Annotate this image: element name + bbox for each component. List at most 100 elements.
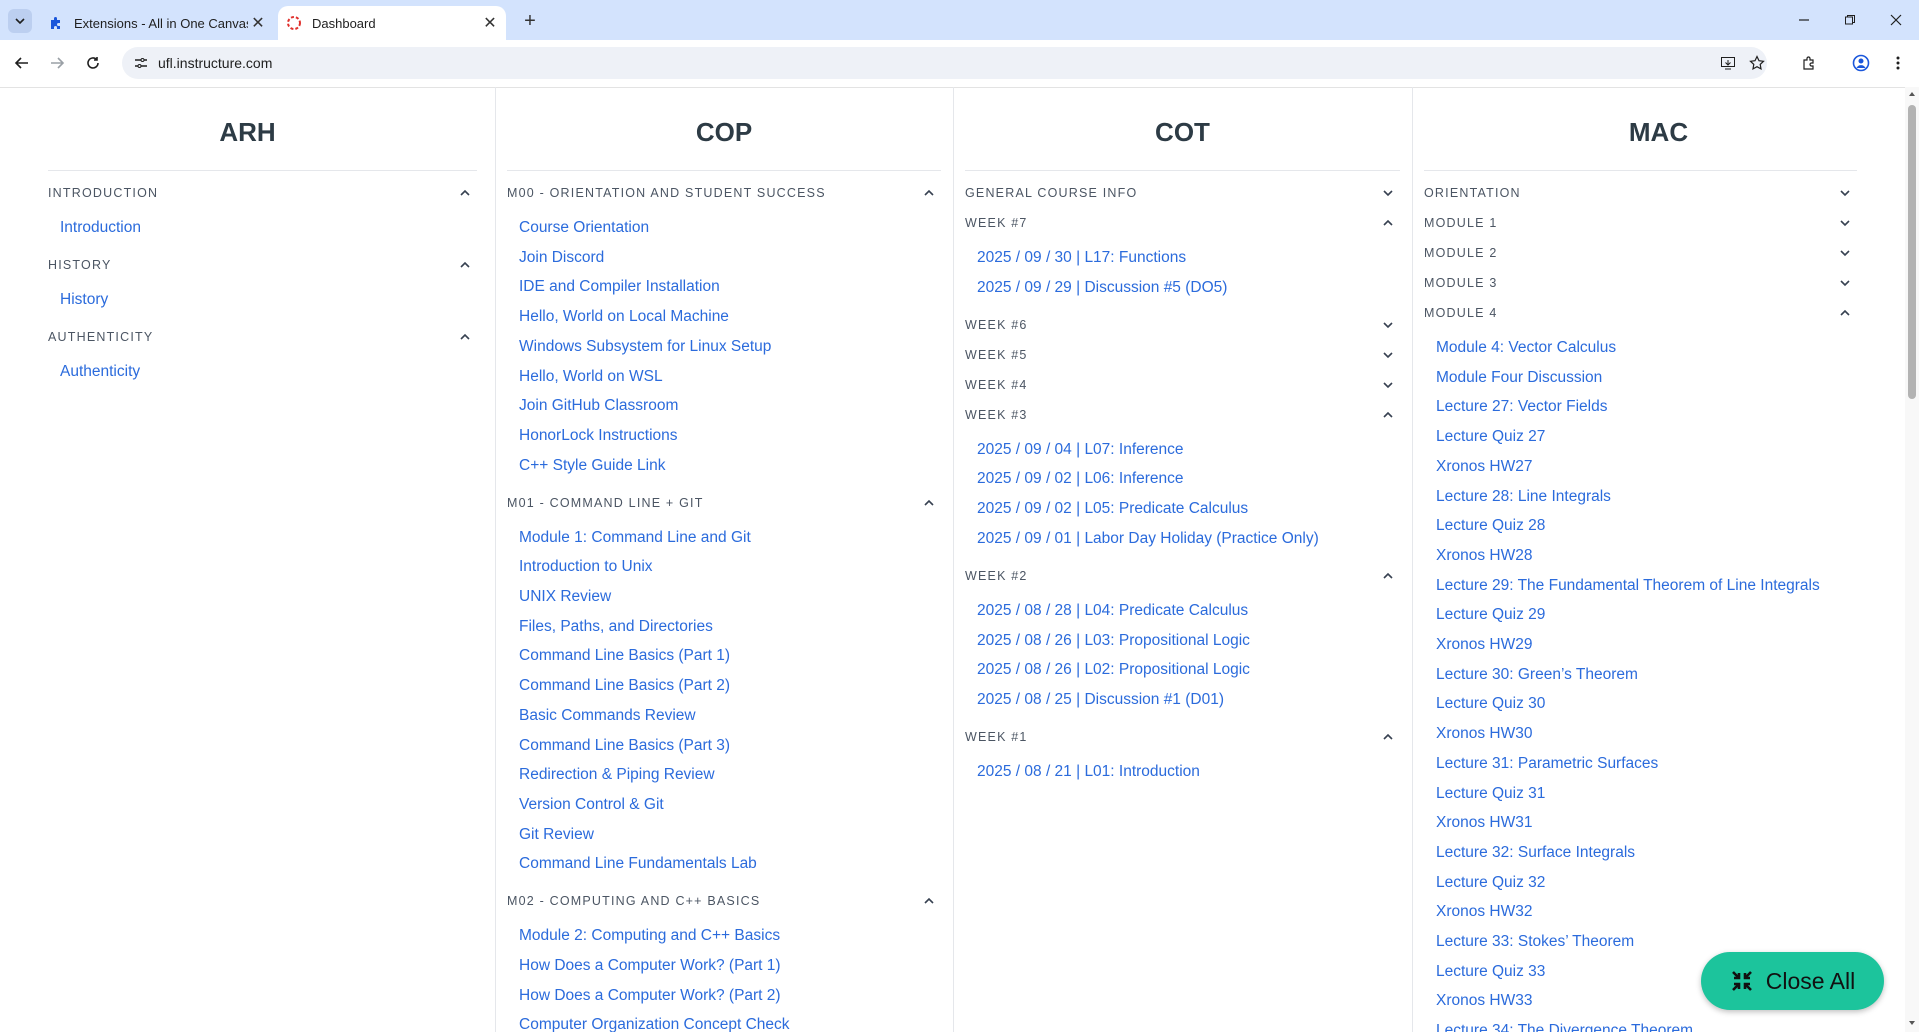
module-header[interactable]: WEEK #3 <box>965 403 1028 427</box>
module-item-link[interactable]: Version Control & Git <box>519 796 664 814</box>
chevron-up-icon[interactable] <box>921 185 937 201</box>
tab-dashboard[interactable]: Dashboard ✕ <box>278 6 506 40</box>
module-item-link[interactable]: Xronos HW27 <box>1436 458 1532 476</box>
close-icon[interactable]: ✕ <box>248 13 268 33</box>
module-item-link[interactable]: Module 4: Vector Calculus <box>1436 339 1616 357</box>
chevron-up-icon[interactable] <box>457 257 473 273</box>
module-item-link[interactable]: Xronos HW29 <box>1436 636 1532 654</box>
chevron-down-icon[interactable] <box>1837 275 1853 291</box>
module-header[interactable]: WEEK #7 <box>965 211 1028 235</box>
module-item-link[interactable]: Windows Subsystem for Linux Setup <box>519 338 771 356</box>
course-title[interactable]: COT <box>953 117 1412 148</box>
module-item-link[interactable]: Xronos HW30 <box>1436 725 1532 743</box>
module-item-link[interactable]: 2025 / 09 / 02 | L05: Predicate Calculus <box>977 500 1248 518</box>
module-item-link[interactable]: Command Line Fundamentals Lab <box>519 855 757 873</box>
module-item-link[interactable]: Lecture 28: Line Integrals <box>1436 488 1611 506</box>
module-item-link[interactable]: Xronos HW32 <box>1436 903 1532 921</box>
module-header[interactable]: HISTORY <box>48 253 112 277</box>
chevron-up-icon[interactable] <box>457 329 473 345</box>
module-item-link[interactable]: Lecture Quiz 27 <box>1436 428 1545 446</box>
module-item-link[interactable]: HonorLock Instructions <box>519 427 678 445</box>
module-header[interactable]: M00 - ORIENTATION AND STUDENT SUCCESS <box>507 181 826 205</box>
chevron-up-icon[interactable] <box>1380 568 1396 584</box>
module-item-link[interactable]: Course Orientation <box>519 219 649 237</box>
module-header[interactable]: GENERAL COURSE INFO <box>965 181 1137 205</box>
module-item-link[interactable]: Command Line Basics (Part 2) <box>519 677 730 695</box>
module-item-link[interactable]: Computer Organization Concept Check <box>519 1016 790 1032</box>
module-item-link[interactable]: Lecture 31: Parametric Surfaces <box>1436 755 1658 773</box>
module-header[interactable]: M02 - COMPUTING AND C++ BASICS <box>507 889 760 913</box>
site-info-icon[interactable] <box>132 54 150 72</box>
module-item-link[interactable]: UNIX Review <box>519 588 611 606</box>
module-item-link[interactable]: Lecture 27: Vector Fields <box>1436 398 1607 416</box>
forward-button[interactable] <box>44 50 70 76</box>
chevron-down-icon[interactable] <box>1837 215 1853 231</box>
module-item-link[interactable]: Xronos HW33 <box>1436 992 1532 1010</box>
course-title[interactable]: COP <box>495 117 953 148</box>
module-item-link[interactable]: Lecture Quiz 28 <box>1436 517 1545 535</box>
module-header[interactable]: WEEK #4 <box>965 373 1028 397</box>
module-item-link[interactable]: Xronos HW31 <box>1436 814 1532 832</box>
extensions-button[interactable] <box>1796 50 1822 76</box>
chevron-down-icon[interactable] <box>1837 185 1853 201</box>
module-item-link[interactable]: Lecture Quiz 30 <box>1436 695 1545 713</box>
chevron-up-icon[interactable] <box>921 893 937 909</box>
chevron-up-icon[interactable] <box>1380 215 1396 231</box>
reload-button[interactable] <box>80 50 106 76</box>
chevron-down-icon[interactable] <box>1380 185 1396 201</box>
bookmark-star-icon[interactable] <box>1746 53 1768 73</box>
chevron-down-icon[interactable] <box>1380 377 1396 393</box>
module-header[interactable]: AUTHENTICITY <box>48 325 153 349</box>
module-item-link[interactable]: History <box>60 291 108 309</box>
module-item-link[interactable]: Lecture Quiz 29 <box>1436 606 1545 624</box>
module-header[interactable]: WEEK #6 <box>965 313 1028 337</box>
window-close-button[interactable] <box>1879 8 1913 32</box>
module-item-link[interactable]: Hello, World on Local Machine <box>519 308 729 326</box>
module-item-link[interactable]: Authenticity <box>60 363 140 381</box>
module-item-link[interactable]: 2025 / 09 / 02 | L06: Inference <box>977 470 1184 488</box>
module-item-link[interactable]: Command Line Basics (Part 1) <box>519 647 730 665</box>
module-item-link[interactable]: Module Four Discussion <box>1436 369 1602 387</box>
new-tab-button[interactable]: + <box>518 9 542 33</box>
module-item-link[interactable]: 2025 / 08 / 21 | L01: Introduction <box>977 763 1200 781</box>
module-item-link[interactable]: Lecture Quiz 32 <box>1436 874 1545 892</box>
module-header[interactable]: ORIENTATION <box>1424 181 1521 205</box>
restore-button[interactable] <box>1833 8 1867 32</box>
page-scrollbar[interactable] <box>1905 87 1919 1032</box>
module-item-link[interactable]: 2025 / 08 / 26 | L03: Propositional Logi… <box>977 632 1250 650</box>
module-item-link[interactable]: Join GitHub Classroom <box>519 397 678 415</box>
module-item-link[interactable]: Hello, World on WSL <box>519 368 663 386</box>
course-title[interactable]: MAC <box>1412 117 1905 148</box>
profile-button[interactable] <box>1848 50 1874 76</box>
module-item-link[interactable]: 2025 / 08 / 28 | L04: Predicate Calculus <box>977 602 1248 620</box>
module-header[interactable]: MODULE 3 <box>1424 271 1498 295</box>
chevron-up-icon[interactable] <box>1380 729 1396 745</box>
module-item-link[interactable]: How Does a Computer Work? (Part 1) <box>519 957 781 975</box>
module-item-link[interactable]: Basic Commands Review <box>519 707 696 725</box>
module-item-link[interactable]: 2025 / 08 / 25 | Discussion #1 (D01) <box>977 691 1224 709</box>
scroll-thumb[interactable] <box>1908 105 1916 399</box>
module-item-link[interactable]: 2025 / 09 / 30 | L17: Functions <box>977 249 1186 267</box>
module-item-link[interactable]: Introduction <box>60 219 141 237</box>
module-item-link[interactable]: Module 1: Command Line and Git <box>519 529 751 547</box>
module-item-link[interactable]: Lecture Quiz 31 <box>1436 785 1545 803</box>
course-title[interactable]: ARH <box>0 117 495 148</box>
module-item-link[interactable]: Command Line Basics (Part 3) <box>519 737 730 755</box>
tab-extensions[interactable]: Extensions - All in One Canvas ✕ <box>40 6 274 40</box>
module-item-link[interactable]: Git Review <box>519 826 594 844</box>
module-item-link[interactable]: Lecture 33: Stokes’ Theorem <box>1436 933 1634 951</box>
module-item-link[interactable]: 2025 / 09 / 29 | Discussion #5 (DO5) <box>977 279 1227 297</box>
chevron-up-icon[interactable] <box>921 495 937 511</box>
chevron-up-icon[interactable] <box>1380 407 1396 423</box>
module-item-link[interactable]: Xronos HW28 <box>1436 547 1532 565</box>
module-header[interactable]: M01 - COMMAND LINE + GIT <box>507 491 704 515</box>
minimize-button[interactable] <box>1787 8 1821 32</box>
module-item-link[interactable]: Lecture 30: Green’s Theorem <box>1436 666 1638 684</box>
module-item-link[interactable]: 2025 / 08 / 26 | L02: Propositional Logi… <box>977 661 1250 679</box>
module-item-link[interactable]: How Does a Computer Work? (Part 2) <box>519 987 781 1005</box>
module-header[interactable]: INTRODUCTION <box>48 181 158 205</box>
chevron-down-icon[interactable] <box>1380 317 1396 333</box>
module-item-link[interactable]: 2025 / 09 / 01 | Labor Day Holiday (Prac… <box>977 530 1319 548</box>
module-item-link[interactable]: Join Discord <box>519 249 604 267</box>
module-header[interactable]: MODULE 1 <box>1424 211 1498 235</box>
